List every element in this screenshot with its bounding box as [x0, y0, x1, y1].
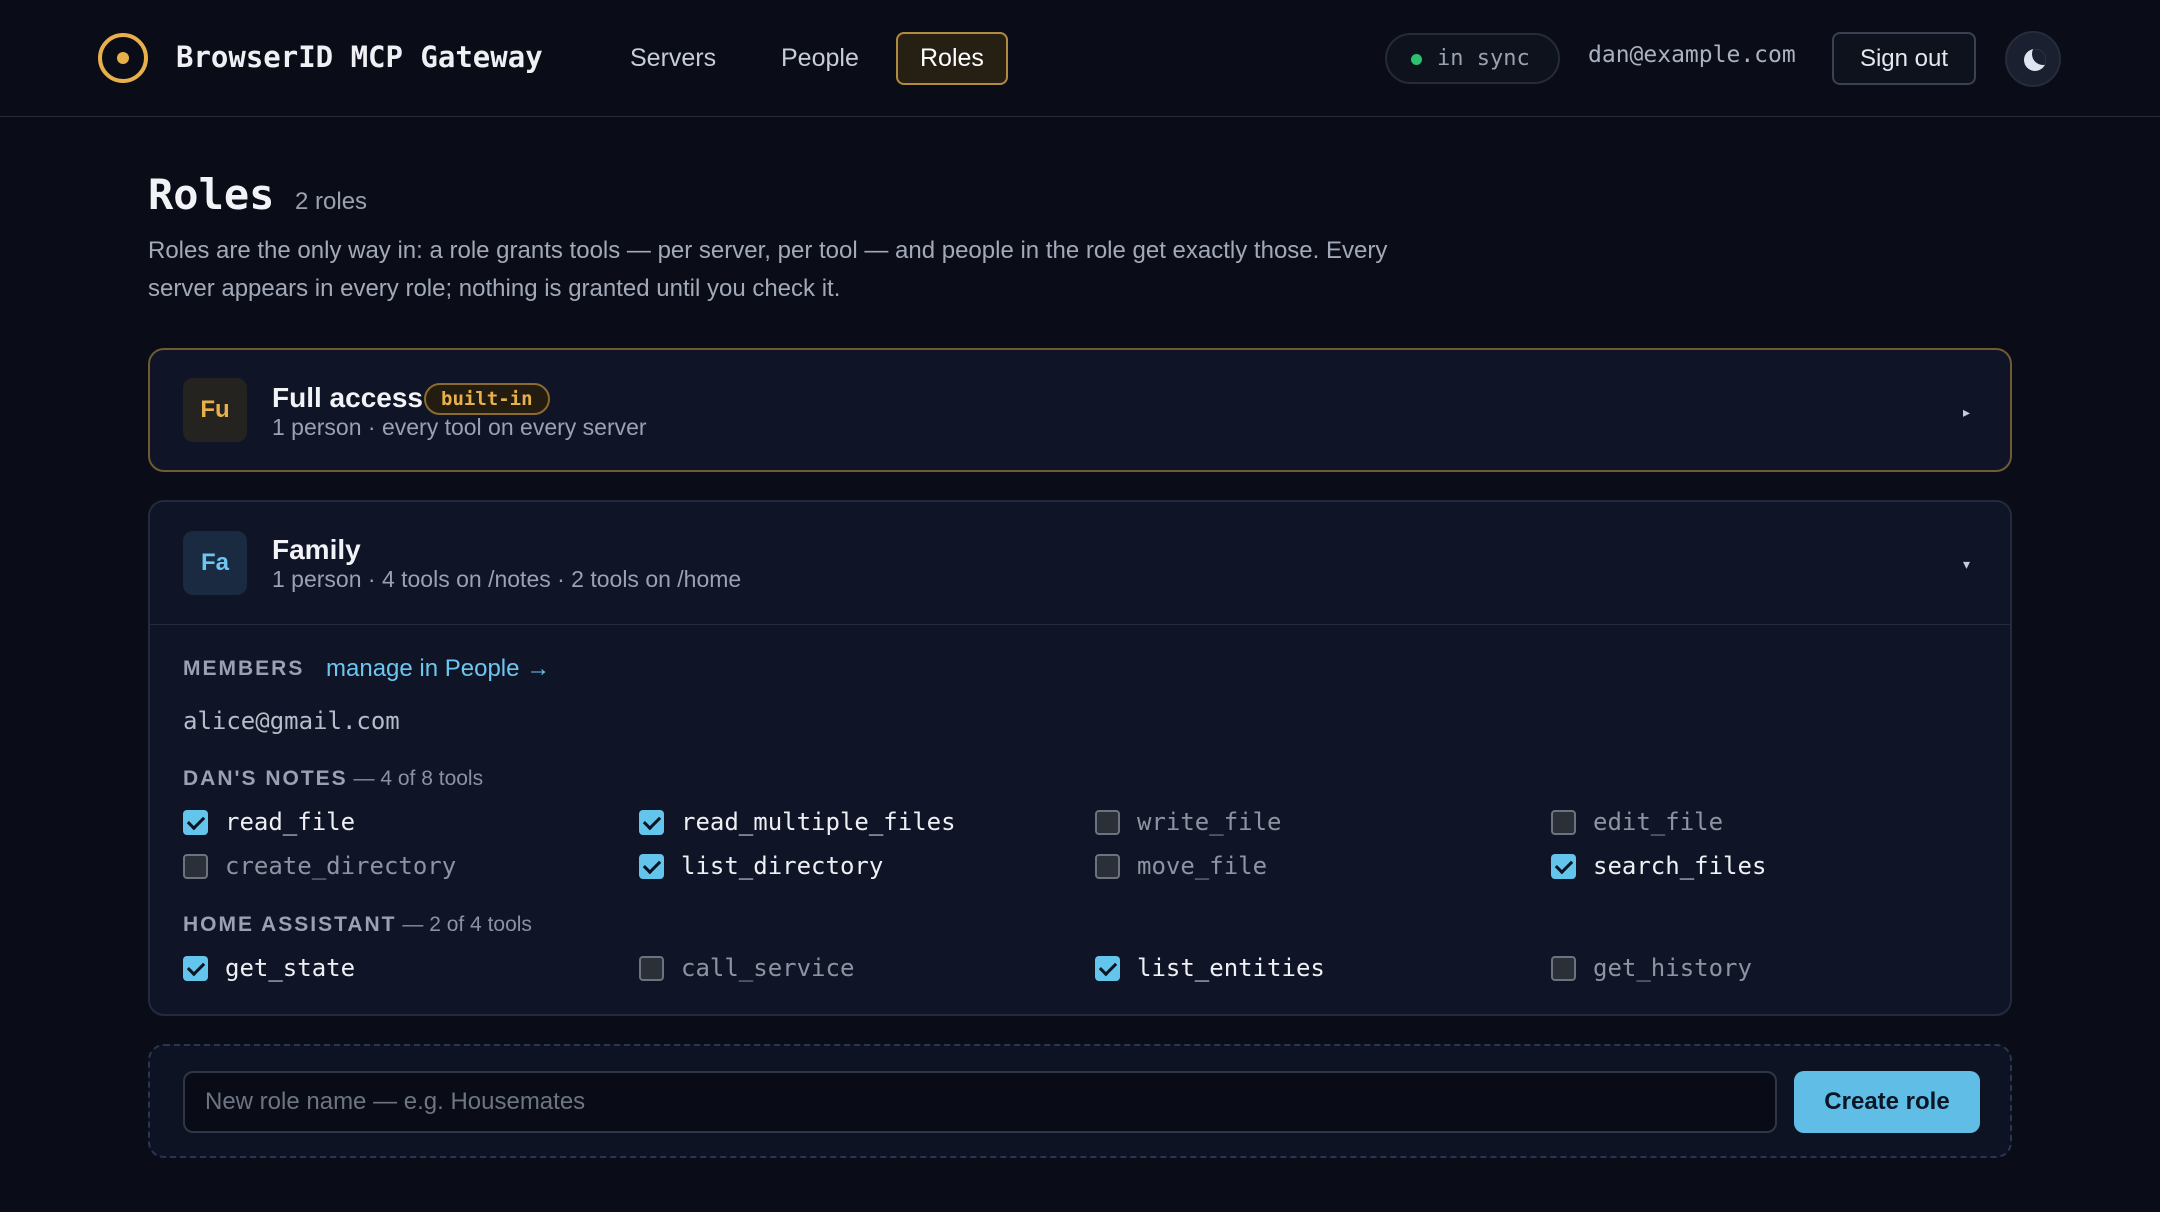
checkbox-checked-icon[interactable] — [639, 854, 664, 879]
sync-status-dot-icon — [1411, 54, 1422, 65]
card-divider — [150, 624, 2010, 625]
server-name: HOME ASSISTANT — [183, 913, 397, 936]
checkbox-checked-icon[interactable] — [183, 956, 208, 981]
member-email: alice@gmail.com — [183, 707, 400, 735]
tool-name: read_multiple_files — [681, 808, 956, 836]
checkbox-unchecked-icon[interactable] — [1095, 854, 1120, 879]
sync-status-text: in sync — [1437, 46, 1530, 71]
tool-name: list_directory — [681, 852, 884, 880]
sync-status-pill: in sync — [1385, 33, 1560, 84]
role-summary: 1 person · 4 tools on /notes · 2 tools o… — [272, 566, 742, 592]
server-section-home-assistant: HOME ASSISTANT — 2 of 4 tools — [183, 913, 532, 937]
role-name: Family — [272, 534, 361, 565]
nav-people[interactable]: People — [759, 32, 881, 85]
built-in-badge: built-in — [424, 383, 550, 415]
page-description: Roles are the only way in: a role grants… — [148, 237, 1388, 302]
server-section-dans-notes: DAN'S NOTES — 4 of 8 tools — [183, 767, 483, 791]
role-count: 2 roles — [295, 188, 368, 215]
nav-roles[interactable]: Roles — [896, 32, 1008, 85]
checkbox-unchecked-icon[interactable] — [1551, 810, 1576, 835]
server-tool-count: — 2 of 4 tools — [402, 913, 532, 936]
manage-in-people-link[interactable]: manage in People → — [326, 655, 550, 683]
checkbox-checked-icon[interactable] — [639, 810, 664, 835]
sign-out-button[interactable]: Sign out — [1832, 32, 1976, 85]
checkbox-unchecked-icon[interactable] — [183, 854, 208, 879]
new-role-name-input[interactable] — [183, 1071, 1777, 1133]
checkbox-unchecked-icon[interactable] — [639, 956, 664, 981]
checkbox-checked-icon[interactable] — [1095, 956, 1120, 981]
tool-name: read_file — [225, 808, 356, 836]
tool-name: move_file — [1137, 852, 1268, 880]
create-role-button[interactable]: Create role — [1794, 1071, 1980, 1133]
page-title: Roles — [148, 170, 275, 219]
server-tool-count: — 4 of 8 tools — [353, 767, 484, 790]
gateway-logo-icon — [98, 33, 148, 83]
server-name: DAN'S NOTES — [183, 767, 348, 790]
role-summary: 1 person · every tool on every server — [272, 414, 647, 440]
collapse-caret-down-icon[interactable]: ▾ — [1963, 556, 1970, 573]
theme-toggle-button[interactable] — [2005, 31, 2061, 87]
tool-name: list_entities — [1137, 954, 1325, 982]
tool-name: search_files — [1593, 852, 1767, 880]
tool-name: create_directory — [225, 852, 457, 880]
moon-icon — [2024, 49, 2046, 71]
role-card-full-access[interactable]: Fu Full access built-in 1 person · every… — [148, 348, 2012, 472]
role-name: Full access — [272, 382, 423, 413]
checkbox-checked-icon[interactable] — [1551, 854, 1576, 879]
members-label: MEMBERS — [183, 657, 305, 680]
role-avatar: Fa — [183, 531, 247, 595]
user-email: dan@example.com — [1588, 42, 1796, 68]
tool-name: write_file — [1137, 808, 1282, 836]
tool-name: edit_file — [1593, 808, 1724, 836]
role-avatar: Fu — [183, 378, 247, 442]
expand-caret-right-icon[interactable]: ▸ — [1963, 404, 1970, 421]
create-role-panel: Create role — [148, 1044, 2012, 1158]
role-card-family: Fa Family 1 person · 4 tools on /notes ·… — [148, 500, 2012, 1016]
app-title: BrowserID MCP Gateway — [176, 40, 543, 74]
checkbox-unchecked-icon[interactable] — [1095, 810, 1120, 835]
checkbox-unchecked-icon[interactable] — [1551, 956, 1576, 981]
checkbox-checked-icon[interactable] — [183, 810, 208, 835]
nav-servers[interactable]: Servers — [608, 32, 738, 85]
tool-name: get_state — [225, 954, 356, 982]
tool-name: get_history — [1593, 954, 1752, 982]
tool-name: call_service — [681, 954, 855, 982]
top-bar: BrowserID MCP Gateway Servers People Rol… — [0, 0, 2160, 117]
